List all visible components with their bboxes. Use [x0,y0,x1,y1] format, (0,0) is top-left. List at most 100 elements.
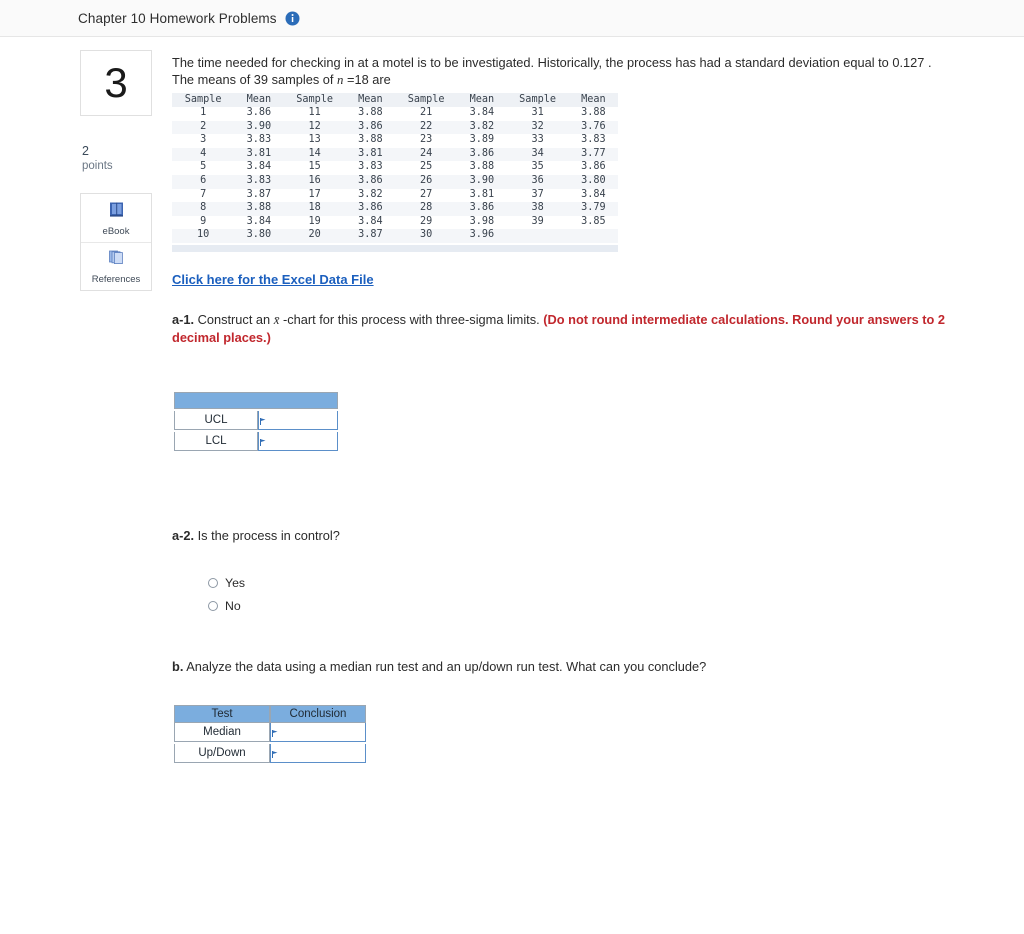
updown-input[interactable] [271,744,365,763]
table-row: 1 3.86 11 3.88 21 3.84 31 3.88 [172,107,618,121]
cell: 16 [308,174,321,186]
cell: 24 [419,147,433,159]
cell-flag-icon [260,433,266,446]
excel-data-file-link[interactable]: Click here for the Excel Data File [172,272,374,287]
cell: 3.84 [469,107,495,118]
radio-option-yes[interactable]: Yes [208,574,245,593]
cell: 3.88 [358,107,383,118]
updown-label: Up/Down [174,743,270,763]
col-header: Mean [469,94,495,105]
cell: 15 [308,161,321,173]
cell: 31 [531,107,544,118]
cell: 29 [419,215,433,227]
table-row: 10 3.80 20 3.87 30 3.96 [172,229,618,243]
cell [506,229,568,243]
cell: 8 [200,202,207,214]
cell: 14 [308,147,321,159]
cell: 33 [531,134,544,146]
cell: 3.86 [469,202,495,214]
cell: 36 [531,174,544,186]
cell: 9 [200,215,207,227]
cell: 3.86 [358,120,383,132]
col-header: Sample [296,94,334,105]
references-button[interactable]: References [81,242,151,290]
cell: 3.86 [581,161,606,173]
updown-input-cell[interactable] [270,743,366,763]
part-b-label: b. [172,658,184,674]
cell: 3.80 [581,174,606,186]
std-dev-value: 0.127 [892,55,925,70]
cell: 3.82 [358,188,383,200]
cell: 3.81 [246,147,272,159]
col-header: Sample [407,94,445,105]
lcl-input[interactable] [259,432,337,451]
cell: 37 [531,188,544,200]
col-header: Mean [581,94,606,105]
cell: 11 [308,107,321,118]
question-text-4: =18 are [343,72,391,87]
cell: 3.81 [358,147,383,159]
cell: 3.83 [581,134,606,146]
col-header: Mean [246,94,272,105]
median-input-cell[interactable] [270,722,366,742]
control-limits-table: UCL LCL [174,391,338,451]
cell: 3.87 [358,229,383,241]
ebook-label: eBook [102,225,130,237]
col-header: Sample [519,94,556,105]
cell: 3.88 [469,161,495,173]
part-a2-label: a-2. [172,527,195,543]
in-control-radio-group: Yes No [208,574,972,616]
cell: 3.85 [581,215,606,227]
cell: 3.84 [358,215,383,227]
lcl-label: LCL [174,431,258,451]
radio-circle-icon[interactable] [208,601,218,612]
cell: 3.86 [246,107,272,118]
lcl-input-cell[interactable] [258,431,338,451]
cell: 3.79 [581,202,606,214]
ucl-input-cell[interactable] [258,410,338,430]
ucl-input[interactable] [259,411,337,430]
points-value: 2 [82,144,89,158]
ebook-icon [107,200,126,224]
radio-option-no[interactable]: No [208,597,241,616]
points-label: points [82,160,113,172]
sample-means-table: Sample Mean Sample Mean Sample Mean Samp… [172,93,618,243]
cell: 3.98 [469,215,495,227]
cell-flag-icon [272,745,278,758]
info-circle-icon[interactable] [285,11,300,26]
cell-flag-icon [260,412,266,425]
cell [569,229,618,243]
radio-label-yes: Yes [225,576,246,591]
cell: 35 [531,161,544,173]
table-row: 5 3.84 15 3.83 25 3.88 35 3.86 [172,161,618,175]
ebook-button[interactable]: eBook [81,194,151,242]
cell: 3.83 [246,134,272,146]
cell-flag-icon [272,724,278,737]
question-content: The time needed for checking in at a mot… [172,54,972,763]
question-text-1: The time needed for checking in at a mot… [172,55,893,70]
cell: 3.88 [581,107,606,118]
references-label: References [91,274,141,285]
table-row: 2 3.90 12 3.86 22 3.82 32 3.76 [172,120,618,135]
table-row: UCL [174,410,338,430]
cell: 3.86 [469,147,495,159]
question-statement: The time needed for checking in at a mot… [172,54,947,89]
radio-circle-icon[interactable] [208,578,218,589]
cell: 3.90 [469,174,495,186]
cell: 17 [308,188,321,200]
table-footer-bar [172,244,618,252]
cell: 22 [419,120,433,132]
cell: 3.76 [581,120,606,132]
cell: 23 [419,134,433,146]
conclusion-table: Test Conclusion Median Up/Down [174,704,366,763]
part-a1-label: a-1. [172,311,195,327]
radio-label-no: No [225,599,241,614]
cell: 3.82 [469,120,495,132]
cell: 28 [419,202,433,214]
table-row: 6 3.83 16 3.86 26 3.90 36 3.80 [172,174,618,189]
cell: 30 [419,229,433,241]
cell: 3.81 [469,188,495,200]
points-block: 2 points [80,144,152,173]
median-input[interactable] [271,723,365,742]
cell: 7 [200,188,207,200]
